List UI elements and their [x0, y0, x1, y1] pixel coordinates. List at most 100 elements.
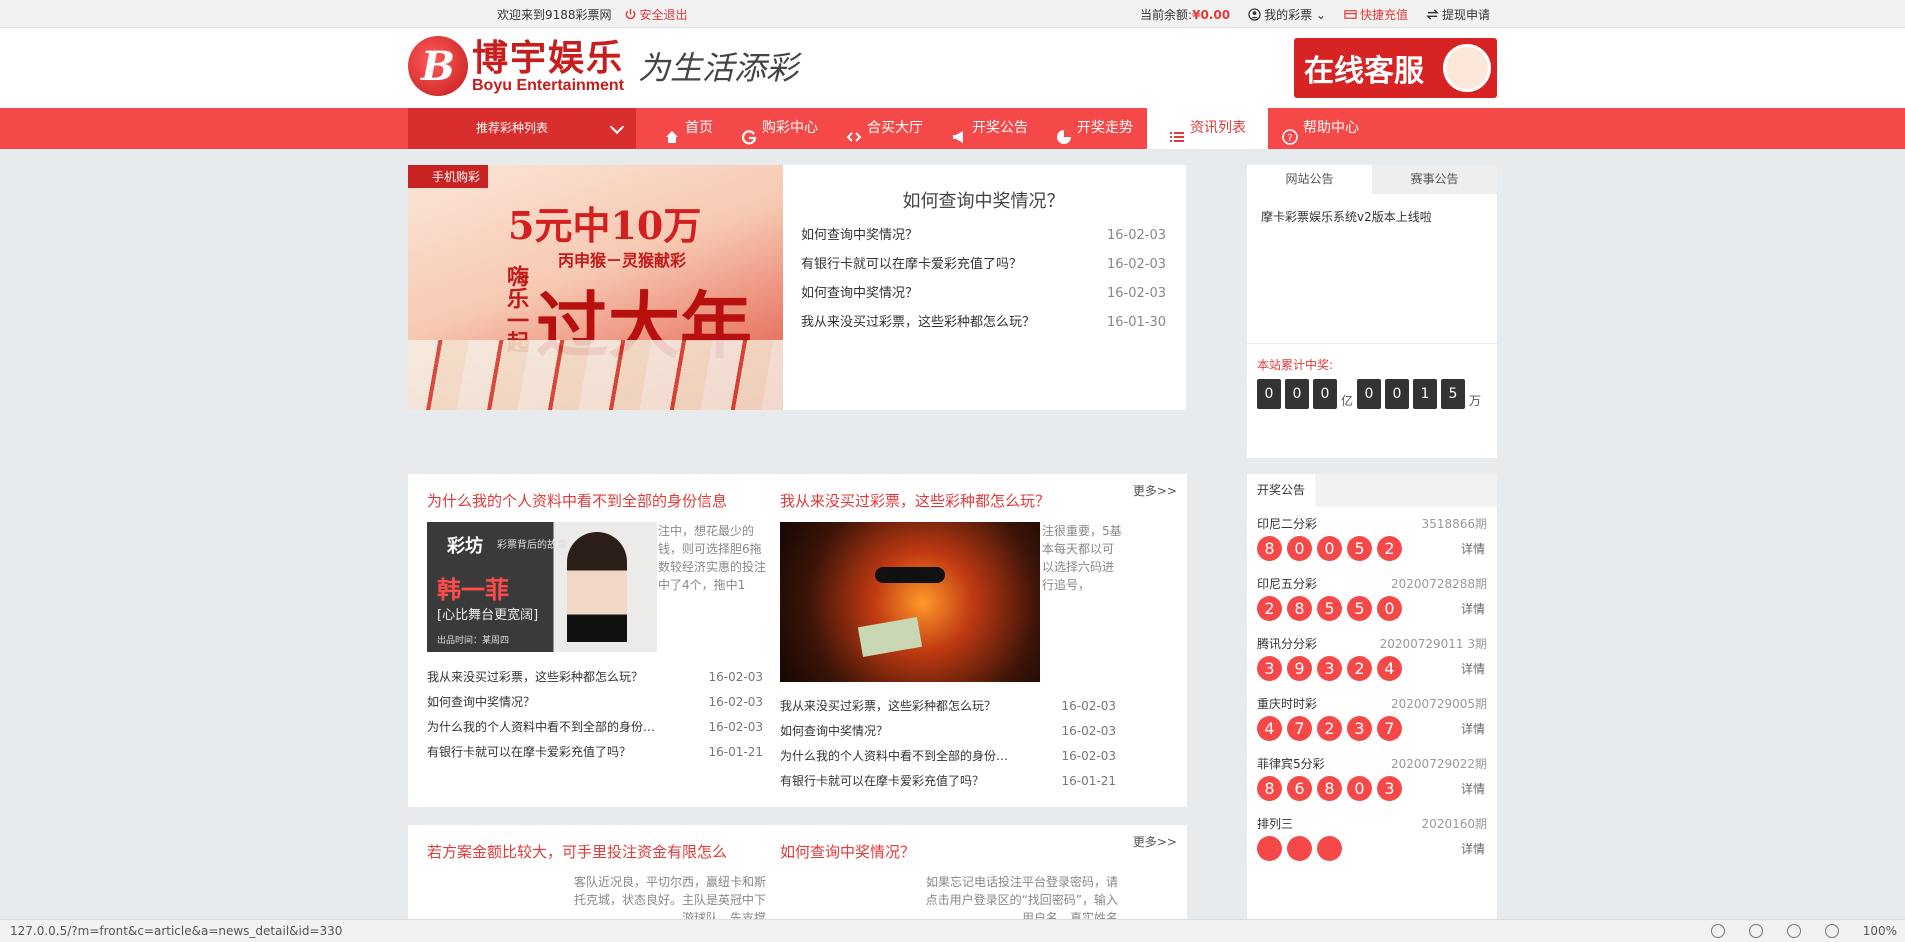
result-ball: 4 [1377, 656, 1402, 681]
result-ball: 0 [1317, 536, 1342, 561]
moon-icon[interactable] [1710, 924, 1725, 938]
result-ball: 3 [1257, 656, 1282, 681]
article-thumbnail[interactable]: 彩坊 彩票背后的故事 韩一菲 [心比舞台更宽阔] 出品时间：某周四 [427, 522, 657, 652]
logo-cn: 博宇娱乐 [472, 37, 625, 79]
question-icon: ? [1282, 121, 1298, 145]
portrait-image [567, 532, 627, 642]
list-item[interactable]: 为什么我的个人资料中看不到全部的身份信息 16-02-03 [780, 744, 1116, 769]
result-ball: 7 [1377, 716, 1402, 741]
list-item[interactable]: 我从来没买过彩票，这些彩种都怎么玩？ 16-02-03 [780, 694, 1116, 719]
result-ball: 3 [1317, 656, 1342, 681]
featured-title[interactable]: 如何查询中奖情况？ [801, 187, 1166, 213]
detail-link[interactable]: 详情 [1461, 780, 1485, 797]
lottery-row: 印尼二分彩 3518866期 8 0 0 5 2 详情 [1247, 515, 1497, 561]
zoom-icon[interactable] [1824, 924, 1839, 938]
quick-recharge-link[interactable]: 快捷充值 [1344, 6, 1408, 23]
withdraw-link[interactable]: 提现申请 [1426, 6, 1490, 23]
article-title[interactable]: 为什么我的个人资料中看不到全部的身份信息 [427, 490, 727, 511]
result-ball: 5 [1347, 536, 1372, 561]
logo-mark: B [408, 36, 468, 96]
more-link[interactable]: 更多>> [1133, 833, 1177, 850]
nav-lottery-center[interactable]: 购彩中心 [727, 108, 832, 149]
list-item[interactable]: 我从来没买过彩票，这些彩种都怎么玩？ 16-01-30 [801, 308, 1166, 337]
list-item[interactable]: 有银行卡就可以在摩卡爱彩充值了吗？ 16-01-21 [780, 769, 1116, 794]
lottery-row: 腾讯分分彩 20200729011 3期 3 9 3 2 4 详情 [1247, 635, 1497, 681]
result-ball: 7 [1287, 716, 1312, 741]
nav-draw-notice[interactable]: 开奖公告 [937, 108, 1042, 149]
tab-match-notice[interactable]: 赛事公告 [1372, 165, 1497, 194]
photo-detail [857, 617, 923, 657]
list-icon [1169, 121, 1185, 142]
nav-home[interactable]: 首页 [650, 108, 727, 149]
site-logo[interactable]: B 博宇娱乐 Boyu Entertainment 为生活添彩 [408, 36, 798, 96]
online-service-button[interactable]: 在线客服 [1294, 38, 1497, 98]
result-ball: 4 [1257, 716, 1282, 741]
g-icon [741, 121, 757, 144]
mobile-buy-tag: 手机购彩 [408, 165, 489, 188]
lottery-row: 排列三 2020160期 详情 [1247, 815, 1497, 861]
result-ball: 5 [1347, 596, 1372, 621]
list-item[interactable]: 为什么我的个人资料中看不到全部的身份信息 16-02-03 [427, 715, 763, 740]
zoom-level: 100% [1862, 924, 1897, 938]
total-win-label: 本站累计中奖: [1257, 358, 1334, 372]
total-win-counter: 000亿0015万 [1257, 379, 1487, 409]
article-excerpt: 注中，想花最少的钱，则可选择胆6拖数较经济实惠的投注中了4个，拖中1 [658, 524, 767, 592]
list-item[interactable]: 我从来没买过彩票，这些彩种都怎么玩？ 16-02-03 [427, 665, 763, 690]
link-icon [846, 121, 862, 142]
service-avatar-icon [1443, 44, 1491, 92]
result-ball: 3 [1377, 776, 1402, 801]
detail-link[interactable]: 详情 [1461, 840, 1485, 857]
result-ball: 8 [1257, 536, 1282, 561]
megaphone-icon [951, 121, 967, 143]
article-title[interactable]: 如何查询中奖情况？ [780, 841, 915, 862]
result-ball: 3 [1347, 716, 1372, 741]
notice-item[interactable]: 摩卡彩票娱乐系统v2版本上线啦 [1261, 208, 1483, 225]
list-item[interactable]: 如何查询中奖情况？ 16-02-03 [780, 719, 1116, 744]
speaker-icon[interactable] [1786, 924, 1801, 938]
article-title[interactable]: 我从来没买过彩票，这些彩种都怎么玩？ [780, 490, 1050, 511]
user-icon [1248, 8, 1261, 21]
result-ball: 2 [1347, 656, 1372, 681]
category-dropdown[interactable]: 推荐彩种列表 [408, 108, 636, 149]
tab-draw-results[interactable]: 开奖公告 [1247, 474, 1316, 507]
result-ball: 0 [1377, 596, 1402, 621]
detail-link[interactable]: 详情 [1461, 600, 1485, 617]
more-link[interactable]: 更多>> [1133, 482, 1177, 499]
list-item[interactable]: 如何查询中奖情况？ 16-02-03 [801, 279, 1166, 308]
detail-link[interactable]: 详情 [1461, 660, 1485, 677]
nav-help[interactable]: ? 帮助中心 [1268, 108, 1373, 149]
result-ball: 2 [1257, 596, 1282, 621]
article-thumbnail[interactable] [780, 522, 1040, 682]
nav-news-list[interactable]: 资讯列表 [1147, 108, 1268, 149]
news-section-2: 更多>> 若方案金额比较大，可手里投注资金有限怎么 客队近况良，平切尔西，赢纽卡… [408, 825, 1187, 919]
tab-site-notice[interactable]: 网站公告 [1247, 165, 1372, 194]
news-section-1: 更多>> 为什么我的个人资料中看不到全部的身份信息 彩坊 彩票背后的故事 韩一菲… [408, 474, 1187, 807]
download-icon[interactable] [1748, 924, 1763, 938]
notice-panel: 网站公告 赛事公告 摩卡彩票娱乐系统v2版本上线啦 本站累计中奖: 000亿00… [1247, 165, 1497, 458]
chevron-down-icon: ⌄ [1315, 8, 1326, 22]
detail-link[interactable]: 详情 [1461, 720, 1485, 737]
result-ball: 8 [1257, 776, 1282, 801]
list-item[interactable]: 如何查询中奖情况？ 16-02-03 [801, 221, 1166, 250]
promo-banner[interactable]: 手机购彩 5元中10万 丙申猴－灵猴献彩 嗨乐一起 过大年 [408, 165, 783, 410]
result-ball: 8 [1287, 596, 1312, 621]
logout-link[interactable]: 安全退出 [624, 6, 688, 23]
nav-group-buy[interactable]: 合买大厅 [832, 108, 937, 149]
result-ball [1287, 836, 1312, 861]
nav-trend[interactable]: 开奖走势 [1042, 108, 1147, 149]
my-lottery-menu[interactable]: 我的彩票 ⌄ [1248, 6, 1326, 23]
lottery-row: 菲律宾5分彩 20200729022期 8 6 8 0 3 详情 [1247, 755, 1497, 801]
article-excerpt: 客队近况良，平切尔西，赢纽卡和斯托克城，状态良好。主队是英冠中下游球队，先支撑 [573, 875, 766, 919]
banner-decoration [408, 340, 783, 410]
main-nav: 推荐彩种列表 首页 购彩中心 合买大厅 开奖公告 开奖走势 资讯列表 ? 帮助中心 [0, 108, 1905, 149]
article-excerpt: 如果忘记电话投注平台登录密码，请点击用户登录区的“找回密码”，输入用户名、真实姓… [925, 875, 1118, 919]
list-item[interactable]: 有银行卡就可以在摩卡爱彩充值了吗？ 16-02-03 [801, 250, 1166, 279]
article-title[interactable]: 若方案金额比较大，可手里投注资金有限怎么 [427, 841, 727, 862]
detail-link[interactable]: 详情 [1461, 540, 1485, 557]
list-item[interactable]: 有银行卡就可以在摩卡爱彩充值了吗？ 16-01-21 [427, 740, 763, 765]
lottery-row: 重庆时时彩 20200729005期 4 7 2 3 7 详情 [1247, 695, 1497, 741]
transfer-icon [1426, 8, 1439, 21]
list-item[interactable]: 如何查询中奖情况？ 16-02-03 [427, 690, 763, 715]
result-ball: 0 [1347, 776, 1372, 801]
photo-detail [875, 567, 945, 583]
